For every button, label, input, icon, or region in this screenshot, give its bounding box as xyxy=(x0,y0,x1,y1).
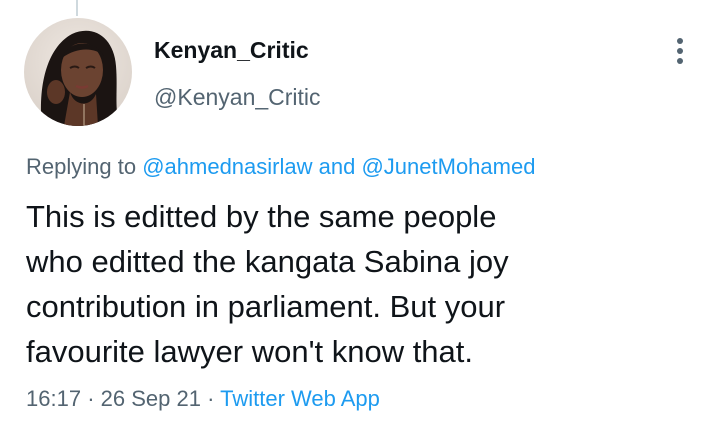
more-vertical-icon xyxy=(677,38,683,64)
mention-link-ahmednasirlaw[interactable]: @ahmednasirlaw xyxy=(142,154,312,179)
author-display-name[interactable]: Kenyan_Critic xyxy=(154,36,309,64)
tweet-text-line: who editted the kangata Sabina joy xyxy=(26,244,509,279)
thread-connector-line xyxy=(76,0,78,16)
meta-separator: · xyxy=(87,386,95,411)
mention-conjunction: and xyxy=(318,154,356,179)
replying-to-line: Replying to @ahmednasirlaw and @JunetMoh… xyxy=(26,153,535,181)
replying-to-prefix: Replying to xyxy=(26,154,137,179)
profile-photo-icon xyxy=(24,18,132,126)
author-handle[interactable]: @Kenyan_Critic xyxy=(154,83,321,111)
tweet-text-line: favourite lawyer won't know that. xyxy=(26,334,474,369)
tweet-text-line: contribution in parliament. But your xyxy=(26,289,506,324)
tweet-time[interactable]: 16:17 xyxy=(26,386,81,411)
tweet-meta: 16:17 · 26 Sep 21 · Twitter Web App xyxy=(26,385,380,413)
avatar[interactable] xyxy=(24,18,132,126)
tweet-text: This is editted by the same people who e… xyxy=(26,194,706,374)
tweet-date[interactable]: 26 Sep 21 xyxy=(101,386,201,411)
tweet-text-line: This is editted by the same people xyxy=(26,199,497,234)
meta-separator: · xyxy=(207,386,215,411)
tweet-source-link[interactable]: Twitter Web App xyxy=(220,386,380,411)
mention-link-junetmohamed[interactable]: @JunetMohamed xyxy=(361,154,535,179)
more-options-button[interactable] xyxy=(664,34,696,68)
